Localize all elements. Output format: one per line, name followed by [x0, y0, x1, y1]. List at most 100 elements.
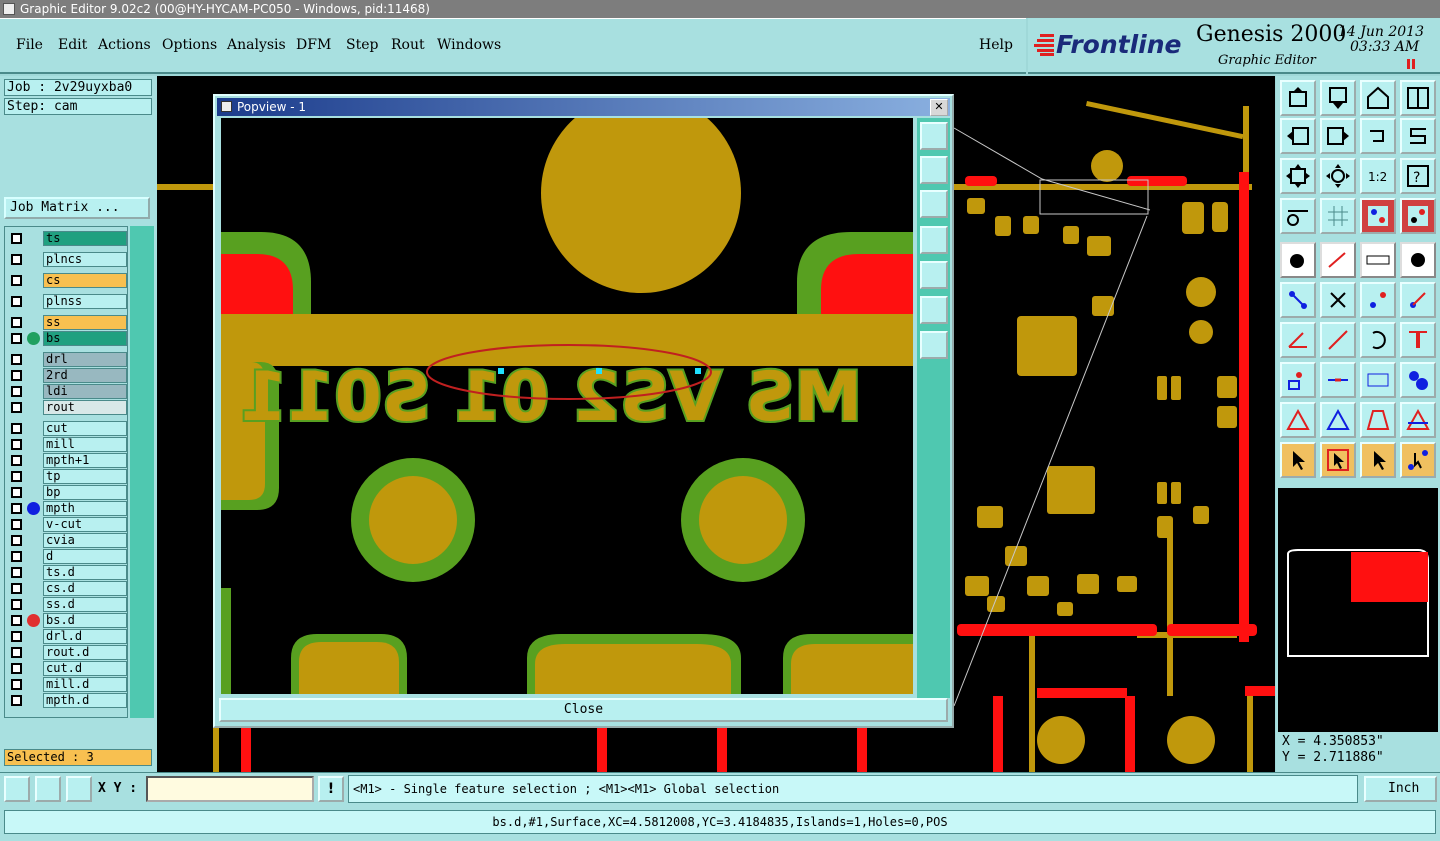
layer-checkbox[interactable] [11, 663, 22, 674]
menu-step[interactable]: Step [346, 37, 378, 53]
grid-snap-icon[interactable] [66, 776, 92, 802]
popview-zoom-in-icon[interactable] [920, 122, 948, 150]
layer-checkbox[interactable] [11, 567, 22, 578]
menu-edit[interactable]: Edit [58, 37, 87, 53]
layer-name[interactable]: 2rd [43, 368, 127, 383]
layer-row-bs.d[interactable]: bs.d [5, 613, 129, 628]
pad-group-icon[interactable] [1400, 362, 1436, 398]
layer-name[interactable]: ss [43, 315, 127, 330]
layer-name[interactable]: plncs [43, 252, 127, 267]
layer-checkbox[interactable] [11, 386, 22, 397]
layer-row-bs[interactable]: bs [5, 331, 129, 346]
layer-row-mpth+1[interactable]: mpth+1 [5, 453, 129, 468]
help-question-icon[interactable]: ? [1400, 158, 1436, 194]
layer-checkbox[interactable] [11, 551, 22, 562]
triangle-line-icon[interactable] [1400, 402, 1436, 438]
angle-snap-icon[interactable] [35, 776, 61, 802]
layer-name[interactable]: v-cut [43, 517, 127, 532]
layer-checkbox[interactable] [11, 535, 22, 546]
window-split-icon[interactable] [1400, 80, 1436, 116]
scale-one-to-two-icon[interactable]: 1:2 [1360, 158, 1396, 194]
units-select[interactable]: Inch [1364, 776, 1437, 802]
menu-rout[interactable]: Rout [391, 37, 425, 53]
triangle-select-icon[interactable] [1280, 402, 1316, 438]
add-pad-icon[interactable] [1280, 242, 1316, 278]
select-pointer-icon[interactable] [1280, 442, 1316, 478]
popview-close-icon[interactable]: ✕ [930, 99, 948, 116]
layer-name[interactable]: cut [43, 421, 127, 436]
layer-checkbox[interactable] [11, 254, 22, 265]
popview-pan-down-icon[interactable] [920, 190, 948, 218]
layer-name[interactable]: ldi [43, 384, 127, 399]
layer-checkbox[interactable] [11, 233, 22, 244]
layer-row-ts.d[interactable]: ts.d [5, 565, 129, 580]
select-net-icon[interactable] [1400, 442, 1436, 478]
trapezoid-icon[interactable] [1360, 402, 1396, 438]
stretch-icon[interactable] [1400, 282, 1436, 318]
layer-name[interactable]: cvia [43, 533, 127, 548]
layer-checkbox[interactable] [11, 296, 22, 307]
popview-canvas[interactable]: MS VS2 01 S011 [221, 118, 913, 694]
xy-input[interactable] [146, 776, 314, 802]
zoom-window-icon[interactable] [4, 776, 30, 802]
layer-name[interactable]: tp [43, 469, 127, 484]
layer-checkbox[interactable] [11, 615, 22, 626]
layer-row-cut.d[interactable]: cut.d [5, 661, 129, 676]
layer-name[interactable]: cs.d [43, 581, 127, 596]
layer-list-scrollbar[interactable] [130, 226, 154, 718]
layer-row-mill.d[interactable]: mill.d [5, 677, 129, 692]
menu-dfm[interactable]: DFM [296, 37, 331, 53]
layer-row-cut[interactable]: cut [5, 421, 129, 436]
arc-icon[interactable] [1360, 322, 1396, 358]
layer-row-tp[interactable]: tp [5, 469, 129, 484]
layer-checkbox[interactable] [11, 423, 22, 434]
measure-toggle-icon[interactable] [1400, 198, 1436, 234]
pan-right-icon[interactable] [1320, 118, 1356, 154]
line-segment-icon[interactable] [1320, 362, 1356, 398]
layer-name[interactable]: mill [43, 437, 127, 452]
select-box-icon[interactable] [1320, 442, 1356, 478]
layer-checkbox[interactable] [11, 487, 22, 498]
layer-name[interactable]: bs [43, 331, 127, 346]
layer-name[interactable]: drl.d [43, 629, 127, 644]
menu-options[interactable]: Options [162, 37, 217, 53]
layer-checkbox[interactable] [11, 333, 22, 344]
popview-pan-left-icon[interactable] [920, 226, 948, 254]
layer-name[interactable]: mill.d [43, 677, 127, 692]
popview-zoom-center-icon[interactable] [920, 331, 948, 359]
layer-row-ss[interactable]: ss [5, 315, 129, 330]
layer-name[interactable]: drl [43, 352, 127, 367]
layer-name[interactable]: bp [43, 485, 127, 500]
layer-row-cs.d[interactable]: cs.d [5, 581, 129, 596]
ruler-icon[interactable] [1360, 242, 1396, 278]
layer-affected-icon[interactable] [27, 614, 40, 627]
layer-row-cvia[interactable]: cvia [5, 533, 129, 548]
layer-name[interactable]: bs.d [43, 613, 127, 628]
layer-name[interactable]: rout.d [43, 645, 127, 660]
layer-row-mpth[interactable]: mpth [5, 501, 129, 516]
zoom-down-icon[interactable] [1320, 80, 1356, 116]
zoom-home-icon[interactable] [1280, 80, 1316, 116]
layer-row-bp[interactable]: bp [5, 485, 129, 500]
delete-cross-icon[interactable] [1320, 282, 1356, 318]
popview-window[interactable]: Popview - 1 ✕ MS VS2 01 S011 Close [213, 94, 954, 728]
pan-left-icon[interactable] [1280, 118, 1316, 154]
layer-checkbox[interactable] [11, 471, 22, 482]
layer-checkbox[interactable] [11, 354, 22, 365]
layer-name[interactable]: ss.d [43, 597, 127, 612]
layer-row-v-cut[interactable]: v-cut [5, 517, 129, 532]
line-draw-icon[interactable] [1320, 322, 1356, 358]
layer-checkbox[interactable] [11, 370, 22, 381]
layer-row-d[interactable]: d [5, 549, 129, 564]
layer-row-plncs[interactable]: plncs [5, 252, 129, 267]
layer-checkbox[interactable] [11, 439, 22, 450]
angle-icon[interactable] [1280, 322, 1316, 358]
layer-row-rout.d[interactable]: rout.d [5, 645, 129, 660]
layer-checkbox[interactable] [11, 455, 22, 466]
add-line-icon[interactable] [1320, 242, 1356, 278]
layer-checkbox[interactable] [11, 402, 22, 413]
display-settings-icon[interactable] [1280, 198, 1316, 234]
menu-actions[interactable]: Actions [98, 37, 151, 53]
zoom-center-icon[interactable] [1320, 158, 1356, 194]
popview-title-bar[interactable]: Popview - 1 ✕ [217, 98, 950, 116]
